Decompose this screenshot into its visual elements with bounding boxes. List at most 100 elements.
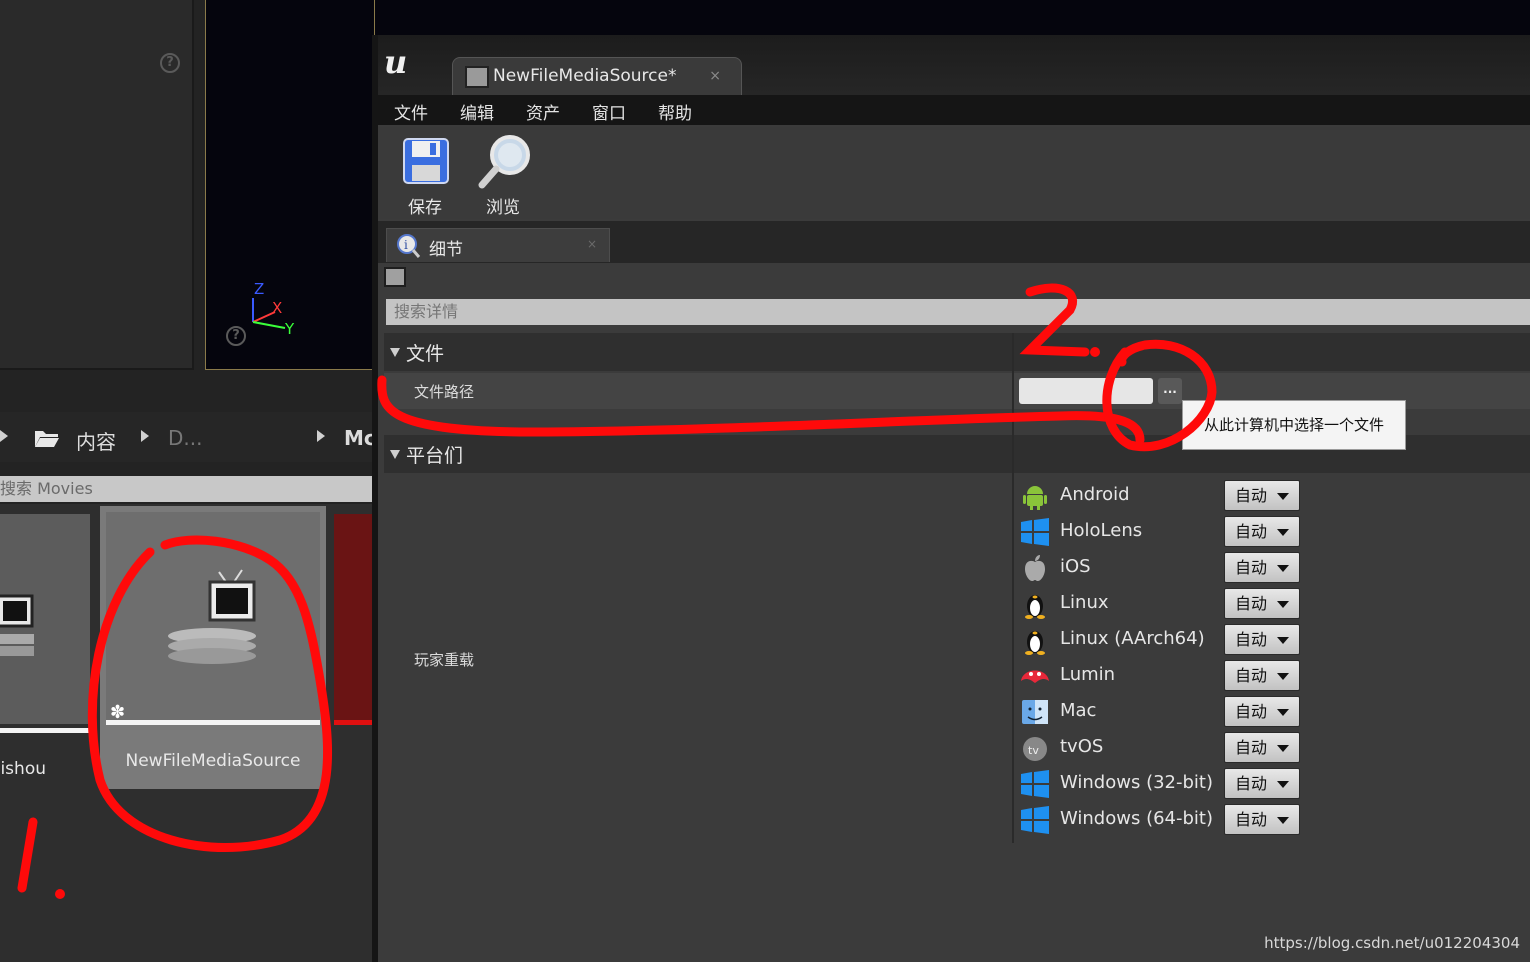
file-path-label: 文件路径 — [414, 383, 475, 401]
watermark: https://blog.csdn.net/u012204304 — [1264, 934, 1520, 952]
dropdown-value: 自动 — [1235, 702, 1268, 721]
menu-edit[interactable]: 编辑 — [460, 99, 494, 124]
apple-icon — [1025, 555, 1045, 581]
dropdown-value: 自动 — [1235, 558, 1268, 577]
platform-mode-dropdown[interactable]: 自动 — [1224, 588, 1300, 619]
document-tab[interactable]: NewFileMediaSource* × — [452, 57, 742, 95]
collapse-triangle-icon[interactable] — [390, 348, 400, 357]
save-button[interactable]: 保存 — [390, 133, 460, 218]
magnifier-icon — [478, 135, 530, 189]
chevron-down-icon — [1277, 817, 1289, 824]
column-divider[interactable] — [1012, 333, 1014, 843]
platform-mode-dropdown[interactable]: 自动 — [1224, 552, 1300, 583]
details-tab-title: 细节 — [429, 240, 463, 260]
linux-icon — [1025, 595, 1045, 619]
media-source-icon — [465, 66, 489, 88]
platform-name: HoloLens — [1060, 520, 1143, 541]
category-platforms-label: 平台们 — [406, 445, 464, 467]
help-icon[interactable]: ? — [160, 53, 180, 73]
toolbar: 保存 浏览 — [378, 127, 1530, 219]
browse-button[interactable]: 浏览 — [468, 133, 538, 218]
platform-name: Windows (32-bit) — [1060, 772, 1213, 793]
unreal-logo-icon: u — [384, 43, 408, 81]
close-icon[interactable]: × — [587, 237, 597, 251]
browse-label: 浏览 — [486, 198, 520, 218]
menu-file[interactable]: 文件 — [394, 99, 428, 124]
breadcrumb-arrow-icon[interactable] — [0, 430, 8, 442]
close-icon[interactable]: × — [709, 68, 721, 84]
help-icon[interactable]: ? — [226, 326, 246, 346]
menu-bar: 文件 编辑 资产 窗口 帮助 — [378, 95, 1530, 125]
chevron-down-icon — [1277, 493, 1289, 500]
asset-type-bar — [0, 728, 90, 733]
platform-name: Android — [1060, 484, 1130, 505]
platform-mode-dropdown[interactable]: 自动 — [1224, 660, 1300, 691]
details-panel: 搜索详情 文件 文件路径 ... 平台们 玩家重载 Android 自动 Hol… — [378, 263, 1530, 962]
background-left-panel: ? — [0, 0, 194, 370]
breadcrumb-item[interactable]: Mc — [344, 426, 376, 450]
platform-mode-dropdown[interactable]: 自动 — [1224, 768, 1300, 799]
lumin-icon — [1021, 670, 1049, 683]
windows-icon — [1021, 806, 1049, 834]
breadcrumb-arrow-icon[interactable] — [141, 430, 149, 442]
platform-row-windows-32: Windows (32-bit) 自动 — [1020, 767, 1320, 801]
menu-window[interactable]: 窗口 — [592, 99, 626, 124]
background-viewport-strip — [375, 0, 1530, 35]
platform-name: Linux — [1060, 592, 1109, 613]
media-source-icon — [168, 569, 256, 664]
chevron-down-icon — [1277, 565, 1289, 572]
windows-icon — [1021, 770, 1049, 798]
asset-tile[interactable]: eishou — [0, 514, 90, 788]
asset-tile[interactable] — [334, 514, 374, 725]
chevron-down-icon — [1277, 637, 1289, 644]
browse-tooltip: 从此计算机中选择一个文件 — [1182, 400, 1406, 450]
file-path-input[interactable] — [1019, 378, 1153, 404]
details-tab[interactable]: i 细节 × — [386, 228, 610, 262]
windows-icon — [1021, 518, 1049, 546]
document-tab-title: NewFileMediaSource* — [493, 66, 677, 86]
platform-mode-dropdown[interactable]: 自动 — [1224, 624, 1300, 655]
axis-gizmo-icon — [252, 298, 286, 329]
dropdown-value: 自动 — [1235, 630, 1268, 649]
details-search-input[interactable]: 搜索详情 — [386, 299, 1530, 325]
breadcrumb-arrow-icon[interactable] — [317, 430, 325, 442]
platform-row-android: Android 自动 — [1020, 479, 1320, 513]
asset-thumbnail — [0, 514, 90, 724]
asset-name: eishou — [0, 759, 46, 779]
menu-asset[interactable]: 资产 — [526, 99, 560, 124]
asset-tile-newfilemediasource[interactable]: ✽ NewFileMediaSource — [100, 506, 326, 789]
player-overrides-label: 玩家重载 — [414, 651, 475, 669]
platform-row-tvos: tv tvOS 自动 — [1020, 731, 1320, 765]
chevron-down-icon — [1277, 601, 1289, 608]
asset-type-bar — [106, 720, 320, 725]
chevron-down-icon — [1277, 709, 1289, 716]
apple-tv-icon: tv — [1023, 737, 1047, 761]
title-bar: u NewFileMediaSource* × — [378, 35, 1530, 95]
svg-text:i: i — [404, 238, 408, 252]
dropdown-value: 自动 — [1235, 522, 1268, 541]
category-file-header[interactable]: 文件 — [384, 333, 1530, 371]
chevron-down-icon — [1277, 673, 1289, 680]
platform-mode-dropdown[interactable]: 自动 — [1224, 516, 1300, 547]
platform-name: Lumin — [1060, 664, 1116, 685]
asset-name: NewFileMediaSource — [125, 751, 301, 771]
breadcrumb-item[interactable]: D... — [168, 426, 202, 450]
dropdown-value: 自动 — [1235, 486, 1268, 505]
platform-mode-dropdown[interactable]: 自动 — [1224, 804, 1300, 835]
asset-type-bar — [334, 720, 374, 725]
platform-mode-dropdown[interactable]: 自动 — [1224, 480, 1300, 511]
folder-open-icon — [35, 431, 59, 447]
dropdown-value: 自动 — [1235, 594, 1268, 613]
platform-name: iOS — [1060, 556, 1091, 577]
platform-name: tvOS — [1060, 736, 1104, 757]
selected-object-icon — [384, 267, 406, 287]
chevron-down-icon — [1277, 745, 1289, 752]
browse-file-button[interactable]: ... — [1158, 378, 1182, 404]
menu-help[interactable]: 帮助 — [658, 99, 692, 124]
platform-mode-dropdown[interactable]: 自动 — [1224, 696, 1300, 727]
content-browser-search[interactable]: 搜索 Movies — [0, 476, 372, 502]
breadcrumb-item[interactable]: 内容 — [76, 426, 116, 455]
platform-mode-dropdown[interactable]: 自动 — [1224, 732, 1300, 763]
collapse-triangle-icon[interactable] — [390, 450, 400, 459]
media-source-icon — [0, 594, 34, 656]
